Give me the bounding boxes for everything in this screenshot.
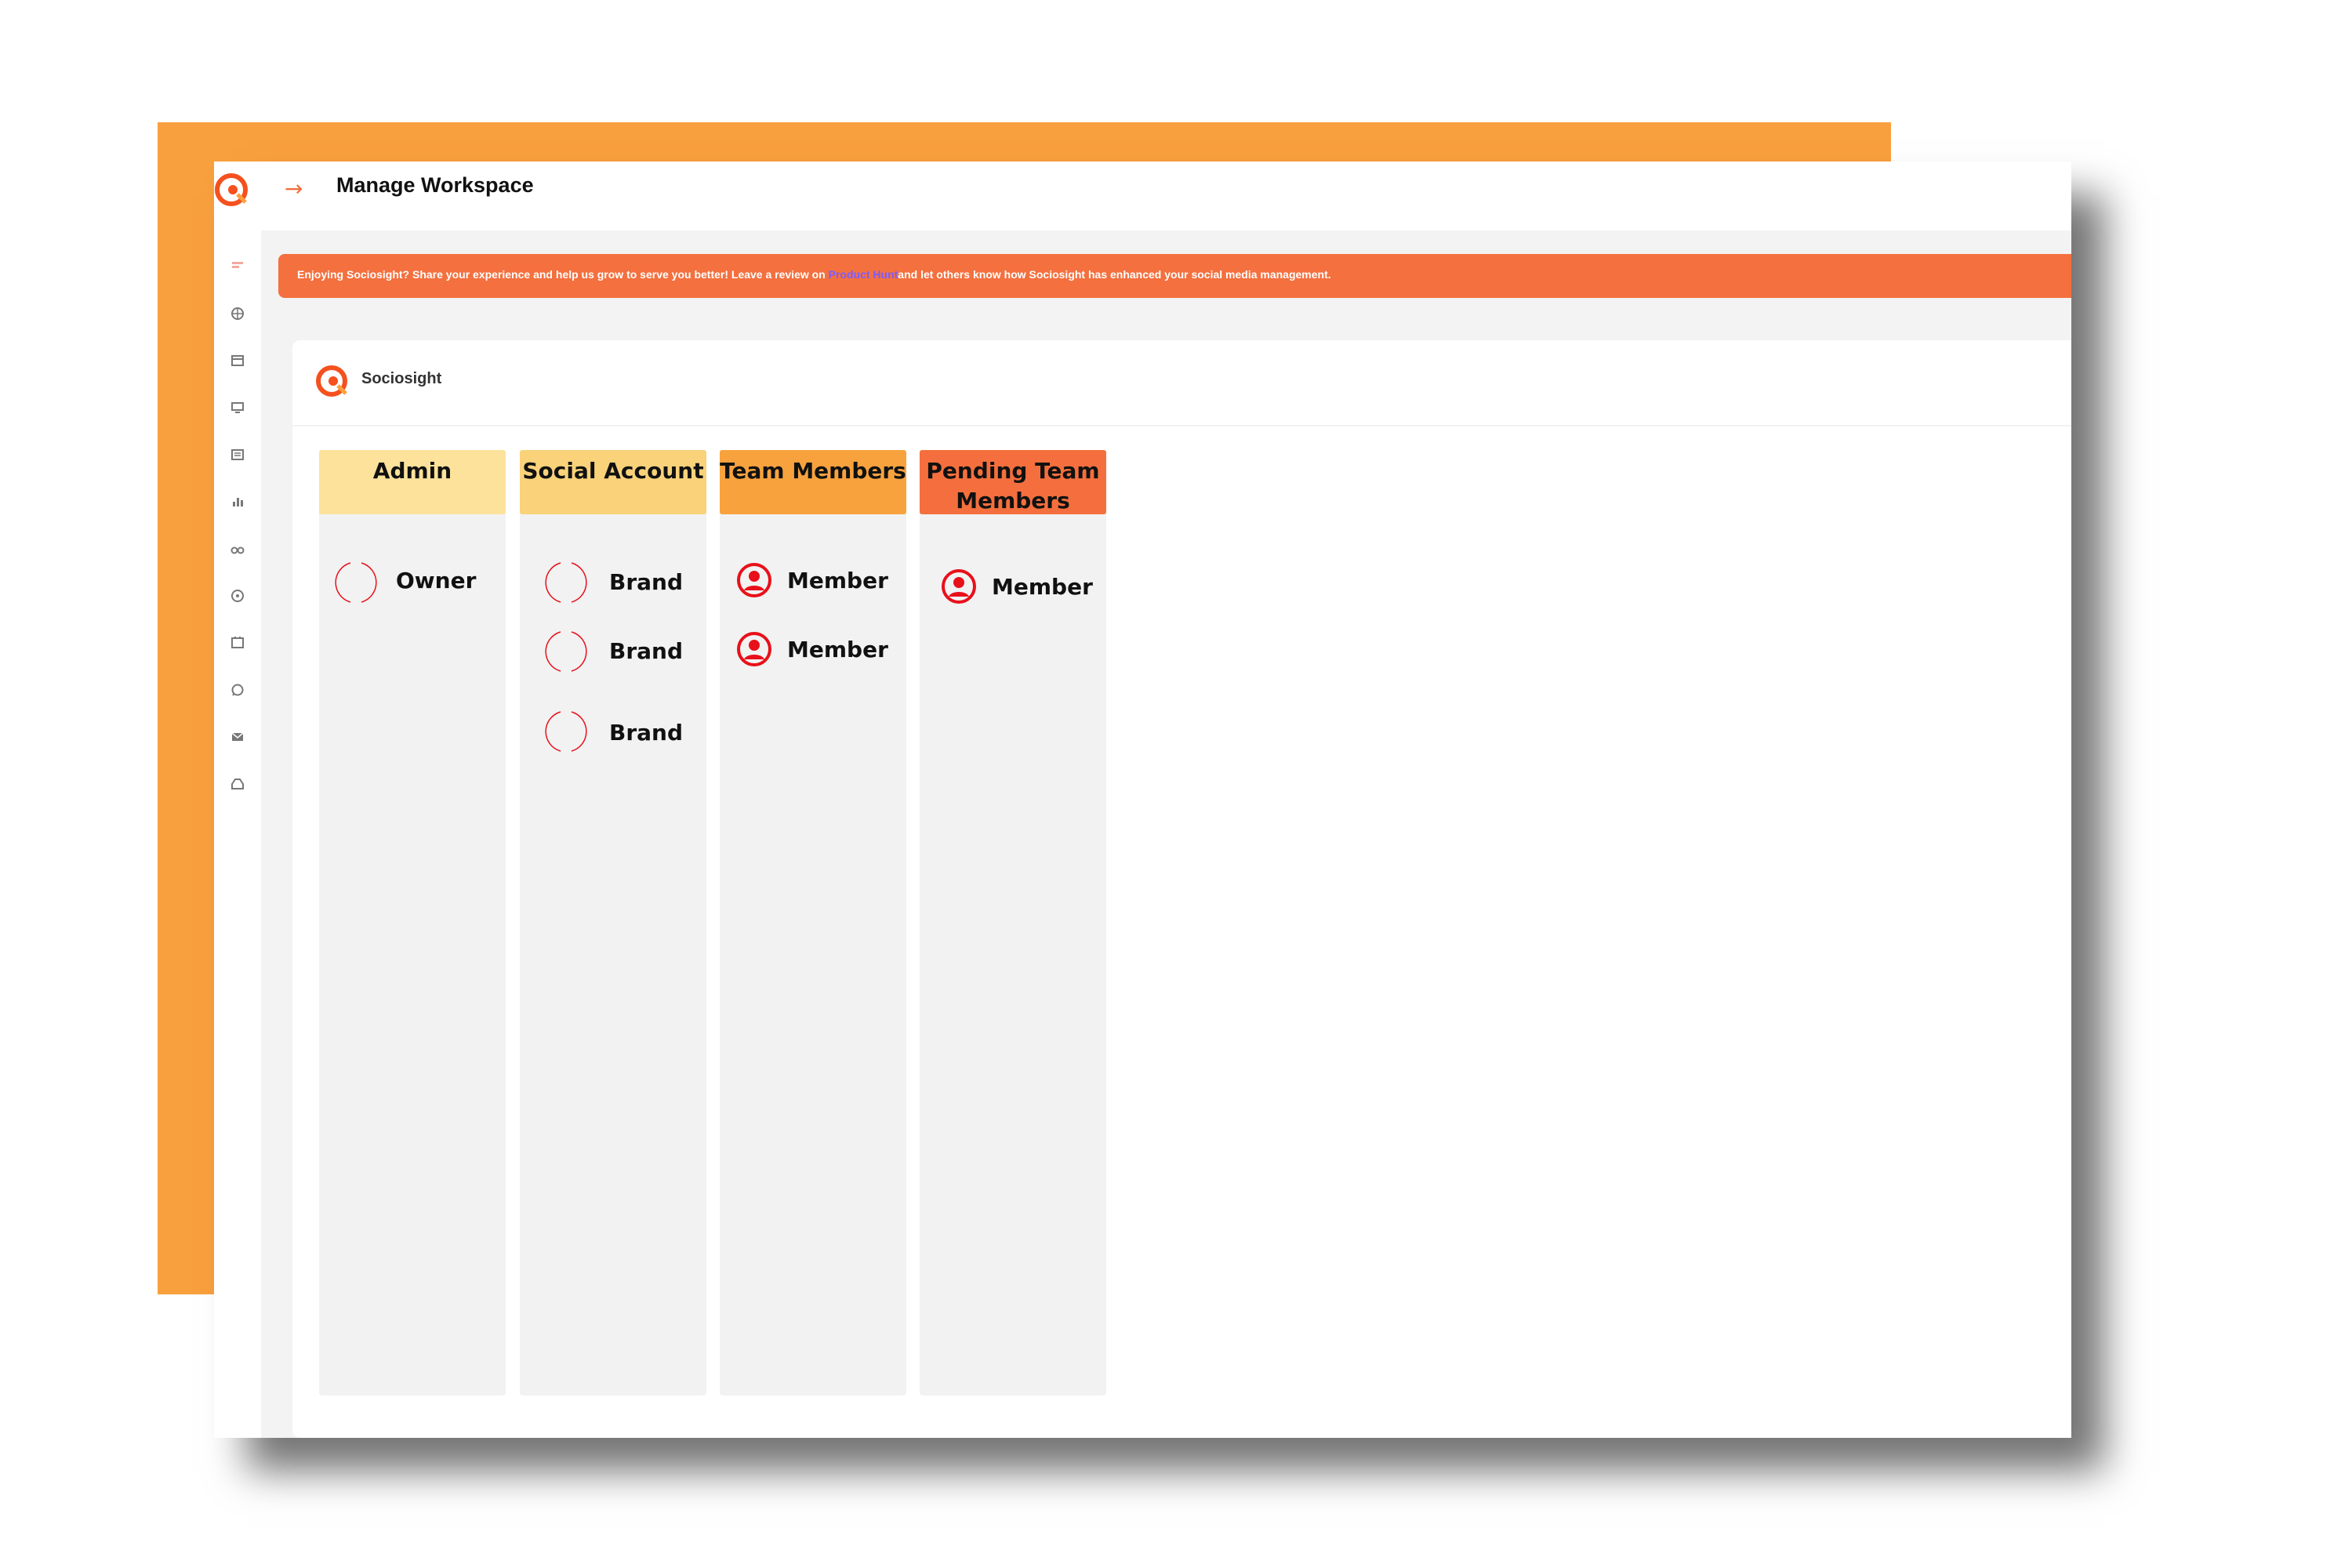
list-item[interactable]: Brand (520, 560, 706, 607)
list-item[interactable]: Member (720, 630, 906, 677)
sociosight-logo-icon[interactable] (214, 171, 252, 209)
column-header-team-members: Team Members (720, 450, 906, 514)
compass-icon[interactable] (223, 582, 252, 610)
column-header-admin: Admin (319, 450, 506, 514)
expand-arrow-icon[interactable]: → (285, 176, 303, 201)
list-item[interactable]: Member (720, 560, 906, 607)
app-window: → Manage Workspace Enjoying Sociosight? … (214, 162, 2071, 1438)
banner-text-end: and let others know how Sociosight has e… (898, 268, 1331, 281)
avatar-ring-icon (545, 631, 587, 672)
review-banner: Enjoying Sociosight? Share your experien… (278, 254, 2071, 298)
list-item[interactable]: Brand (520, 709, 706, 756)
team-members-column: Team Members Member Member (720, 450, 906, 1396)
whatsapp-icon[interactable] (223, 676, 252, 704)
item-label: Member (787, 637, 888, 662)
page-title: Manage Workspace (336, 173, 534, 197)
avatar-ring-icon (335, 562, 377, 603)
banner-text: Enjoying Sociosight? Share your experien… (297, 268, 829, 281)
avatar-ring-icon (545, 562, 587, 603)
list-item[interactable]: Member (920, 566, 1106, 613)
user-icon (737, 632, 771, 666)
inbox-icon[interactable] (223, 770, 252, 798)
globe-icon[interactable] (223, 299, 252, 328)
admin-column: Admin Owner (319, 450, 506, 1396)
avatar-ring-icon (545, 711, 587, 752)
column-header-pending-team-members: Pending Team Members (920, 450, 1106, 514)
pending-team-members-column: Pending Team Members Member (920, 450, 1106, 1396)
brand-name: Sociosight (361, 370, 442, 387)
mail-icon[interactable] (223, 723, 252, 751)
item-label: Member (992, 574, 1093, 600)
list-item[interactable]: Owner (319, 560, 506, 607)
item-label: Brand (609, 569, 684, 595)
bar-chart-icon[interactable] (223, 488, 252, 516)
social-account-column: Social Account Brand Brand Brand (520, 450, 706, 1396)
item-label: Member (787, 568, 888, 593)
column-header-line: Members (956, 488, 1070, 514)
monitor-icon[interactable] (223, 394, 252, 422)
user-icon (737, 563, 771, 597)
item-label: Brand (609, 720, 684, 746)
user-icon (942, 569, 976, 604)
card-header: Sociosight (292, 340, 2071, 426)
sociosight-logo-icon (316, 365, 347, 397)
item-label: Brand (609, 638, 684, 664)
main-content: Enjoying Sociosight? Share your experien… (261, 230, 2071, 1438)
product-hunt-link[interactable]: Product Hunt (829, 268, 898, 281)
list-item[interactable]: Brand (520, 629, 706, 676)
sidebar (214, 230, 261, 1438)
feed-icon[interactable] (223, 441, 252, 469)
calendar-icon[interactable] (223, 347, 252, 375)
column-header-social-account: Social Account (520, 450, 706, 514)
top-bar: → Manage Workspace (214, 162, 2071, 230)
dashboard-icon[interactable] (223, 252, 252, 281)
column-header-line: Pending Team (926, 458, 1100, 484)
binoculars-icon[interactable] (223, 535, 252, 563)
planner-icon[interactable] (223, 629, 252, 657)
item-label: Owner (396, 568, 477, 593)
workspace-card: Sociosight Admin Owner Social Account Br… (292, 340, 2071, 1438)
